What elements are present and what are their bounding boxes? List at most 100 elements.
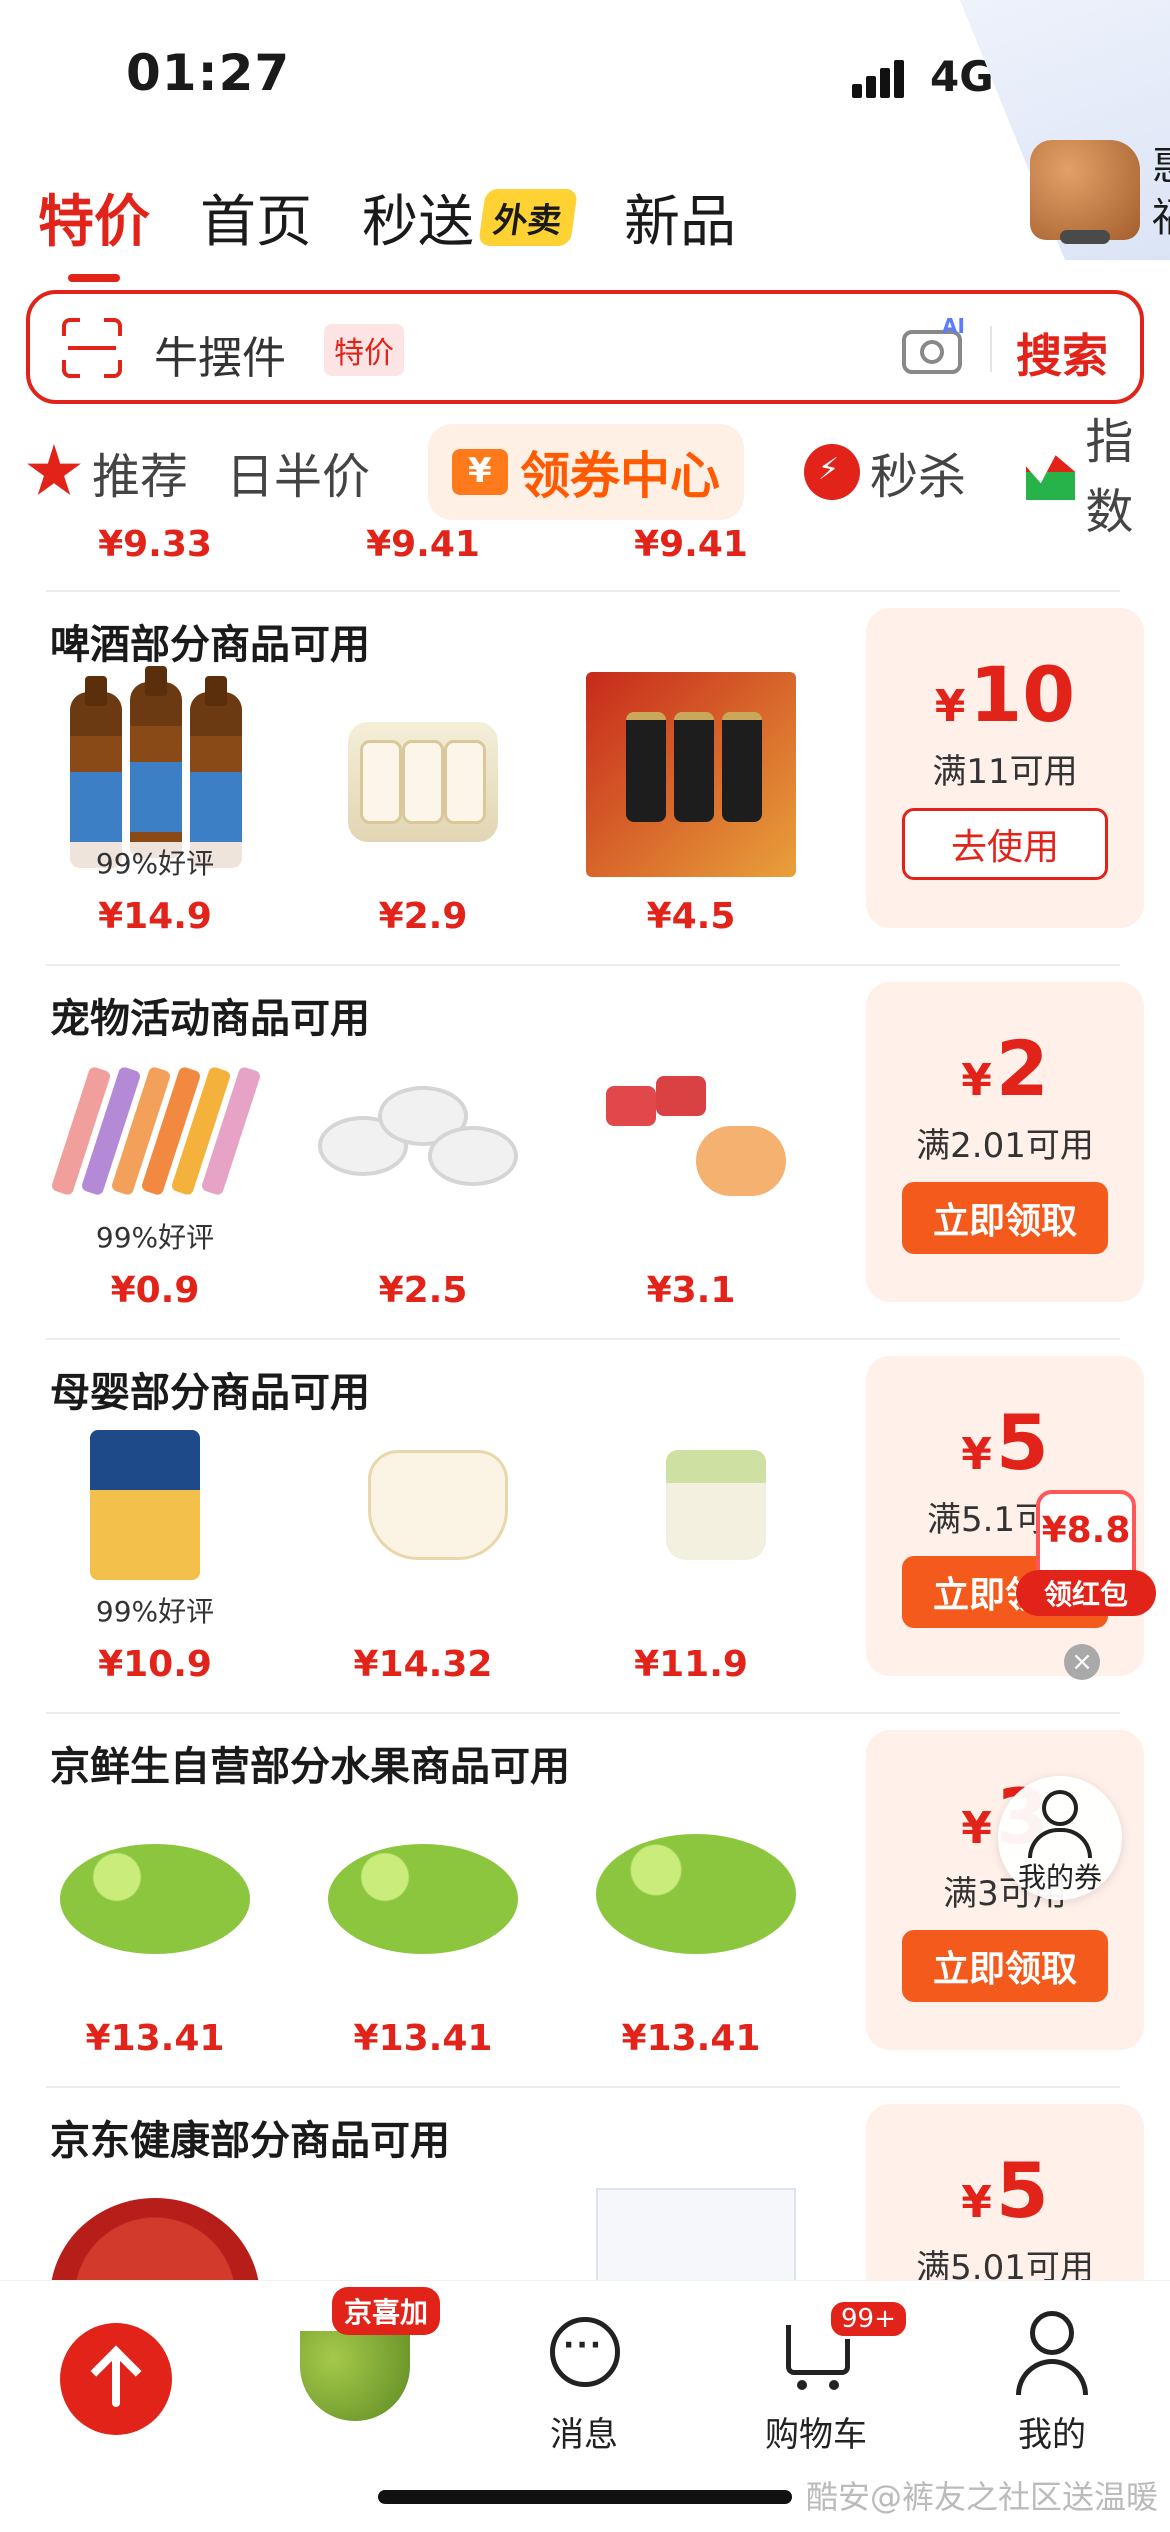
nav-label: 消息 xyxy=(550,2415,618,2455)
product-price: ¥9.33 xyxy=(98,524,212,565)
watermark: 酷安@裤友之社区送温暖 xyxy=(806,2478,1159,2516)
coupon-amount: ¥5 xyxy=(961,2146,1049,2235)
tab-label: 首页 xyxy=(200,189,312,255)
rating-label: 99%好评 xyxy=(50,842,260,882)
signal-icon xyxy=(852,58,916,98)
coupon-section-health[interactable]: 京东健康部分商品可用 ¥5 满5.01可用 xyxy=(0,2088,1170,2280)
coupon-section-fruit[interactable]: 京鲜生自营部分水果商品可用 ¥13.41 ¥13.41 ¥13.41 ¥3 xyxy=(0,1714,1170,2086)
user-icon-body xyxy=(1016,2359,1088,2395)
scroll-top-button[interactable] xyxy=(60,2323,172,2435)
coupon-section-beer[interactable]: 啤酒部分商品可用 99%好评 ¥14.9 ¥2.9 ¥4.5 ¥10 满11可用… xyxy=(0,592,1170,964)
coupon-card: ¥5 满5.01可用 xyxy=(866,2104,1144,2280)
product-price: ¥14.32 xyxy=(353,1644,493,1685)
fruit-basket-image[interactable] xyxy=(300,2331,410,2421)
section-title: 宠物活动商品可用 xyxy=(50,996,370,1042)
product-card[interactable] xyxy=(318,1794,528,2004)
product-card[interactable] xyxy=(318,1420,528,1630)
category-recommend[interactable]: 推荐 xyxy=(26,424,188,520)
product-card[interactable] xyxy=(586,672,796,882)
section-title: 京鲜生自营部分水果商品可用 xyxy=(50,1744,570,1790)
search-tag: 特价 xyxy=(324,324,404,376)
red-packet-float[interactable]: ¥8.8 领红包 xyxy=(1016,1490,1156,1624)
green-grapes-image xyxy=(586,1794,796,1994)
corner-ad-text: 惠 福 xyxy=(1152,140,1170,244)
rating-label: 99%好评 xyxy=(50,1590,260,1630)
green-grapes-image xyxy=(318,1794,528,1994)
product-card[interactable] xyxy=(586,1794,796,2004)
scan-icon[interactable] xyxy=(62,318,122,378)
home-indicator[interactable] xyxy=(378,2490,792,2504)
product-card[interactable]: 99%好评 xyxy=(50,1046,262,1256)
camera-ai-icon[interactable]: AI xyxy=(902,314,966,376)
eye-drops-box-image xyxy=(586,2168,796,2280)
baby-snack-cup-image xyxy=(586,1420,796,1620)
product-price: ¥9.41 xyxy=(366,524,480,565)
person-icon xyxy=(1042,1790,1078,1826)
my-coupons-float[interactable]: 我的券 xyxy=(998,1776,1122,1900)
search-input[interactable]: 牛摆件 xyxy=(154,322,286,386)
product-price: ¥14.9 xyxy=(98,896,212,937)
coupon-condition: 满2.01可用 xyxy=(916,1126,1094,1166)
product-price: ¥10.9 xyxy=(98,1644,212,1685)
category-index[interactable]: 指数 xyxy=(1026,414,1170,540)
beer-gift-box-image xyxy=(586,672,796,877)
rating-label: 99%好评 xyxy=(50,1216,260,1256)
tab-new[interactable]: 新品 xyxy=(624,177,736,258)
category-coupon-center[interactable]: 领券中心 xyxy=(428,424,744,520)
product-card[interactable] xyxy=(318,2168,528,2280)
red-packet-amount: ¥8.8 xyxy=(1041,1510,1131,1551)
claim-coupon-button[interactable]: 立即领取 xyxy=(902,1930,1108,2002)
product-card[interactable] xyxy=(586,2168,796,2280)
product-card[interactable]: 99%好评 xyxy=(50,1420,260,1630)
category-label: 日半价 xyxy=(226,449,371,505)
cooling-balm-tin-image xyxy=(50,2168,260,2280)
search-button[interactable]: 搜索 xyxy=(1016,320,1108,386)
green-grapes-image xyxy=(50,1794,260,1994)
beer-cans-image xyxy=(318,672,528,872)
category-label: 推荐 xyxy=(92,449,189,505)
jingxijia-badge[interactable]: 京喜加 xyxy=(332,2287,441,2335)
product-card[interactable] xyxy=(318,1046,528,1256)
top-tabs: 特价 首页 秒送 外卖 新品 xyxy=(38,172,786,282)
tab-home[interactable]: 首页 xyxy=(200,177,312,258)
product-card[interactable] xyxy=(586,1046,796,1256)
tab-tejia[interactable]: 特价 xyxy=(38,177,150,282)
recliner-chair-image[interactable] xyxy=(1030,140,1140,244)
medicine-box-image xyxy=(318,2168,528,2280)
coupon-amount-value: 5 xyxy=(995,1398,1049,1487)
category-half-price[interactable]: 日半价 xyxy=(226,424,370,520)
product-card[interactable] xyxy=(586,1420,796,1630)
category-flash-sale[interactable]: 秒杀 xyxy=(804,424,966,520)
pet-food-cups-image xyxy=(318,1046,528,1246)
product-card[interactable]: 99%好评 xyxy=(50,666,260,882)
tab-label: 新品 xyxy=(624,189,736,255)
product-price: ¥2.9 xyxy=(378,896,468,937)
coupon-section-partial: ¥9.33 ¥9.41 ¥9.41 xyxy=(0,520,1170,592)
product-card[interactable] xyxy=(318,672,528,882)
app-screen: 01:27 4G 惠 福 特价 首页 秒送外卖 新品 牛摆件 特价 AI 搜索 … xyxy=(0,0,1170,2532)
coupon-amount: ¥10 xyxy=(934,650,1076,739)
pet-jelly-image xyxy=(586,1046,796,1246)
close-icon[interactable]: × xyxy=(1064,1644,1100,1680)
section-title: 母婴部分商品可用 xyxy=(50,1370,370,1416)
tab-miaosong[interactable]: 秒送 外卖 xyxy=(362,177,579,258)
person-icon-body xyxy=(1028,1828,1092,1858)
use-coupon-button[interactable]: 去使用 xyxy=(902,808,1108,880)
coupon-list: ¥9.33 ¥9.41 ¥9.41 啤酒部分商品可用 99%好评 ¥14.9 ¥… xyxy=(0,520,1170,2280)
nav-label: 购物车 xyxy=(765,2415,867,2455)
product-card[interactable] xyxy=(50,1794,260,2004)
baby-warmer-image xyxy=(318,1420,528,1620)
my-coupons-label: 我的券 xyxy=(1017,1861,1102,1894)
claim-coupon-button[interactable]: 立即领取 xyxy=(902,1182,1108,1254)
product-price: ¥9.41 xyxy=(634,524,748,565)
red-packet-label: 领红包 xyxy=(1016,1570,1156,1616)
category-label: 领券中心 xyxy=(520,447,720,505)
search-bar[interactable]: 牛摆件 特价 AI 搜索 xyxy=(26,290,1144,404)
product-price: ¥13.41 xyxy=(621,2018,761,2059)
coupon-section-baby[interactable]: 母婴部分商品可用 99%好评 ¥10.9 ¥14.32 ¥11.9 ¥5 满5.… xyxy=(0,1340,1170,1712)
coupon-section-pet[interactable]: 宠物活动商品可用 99%好评 ¥0.9 ¥2.5 ¥3.1 ¥2 满2.01可用… xyxy=(0,966,1170,1338)
coupon-card: ¥2 满2.01可用 立即领取 xyxy=(866,982,1144,1302)
coupon-amount-value: 5 xyxy=(995,2146,1049,2235)
product-card[interactable] xyxy=(50,2168,260,2280)
product-price: ¥4.5 xyxy=(646,896,736,937)
